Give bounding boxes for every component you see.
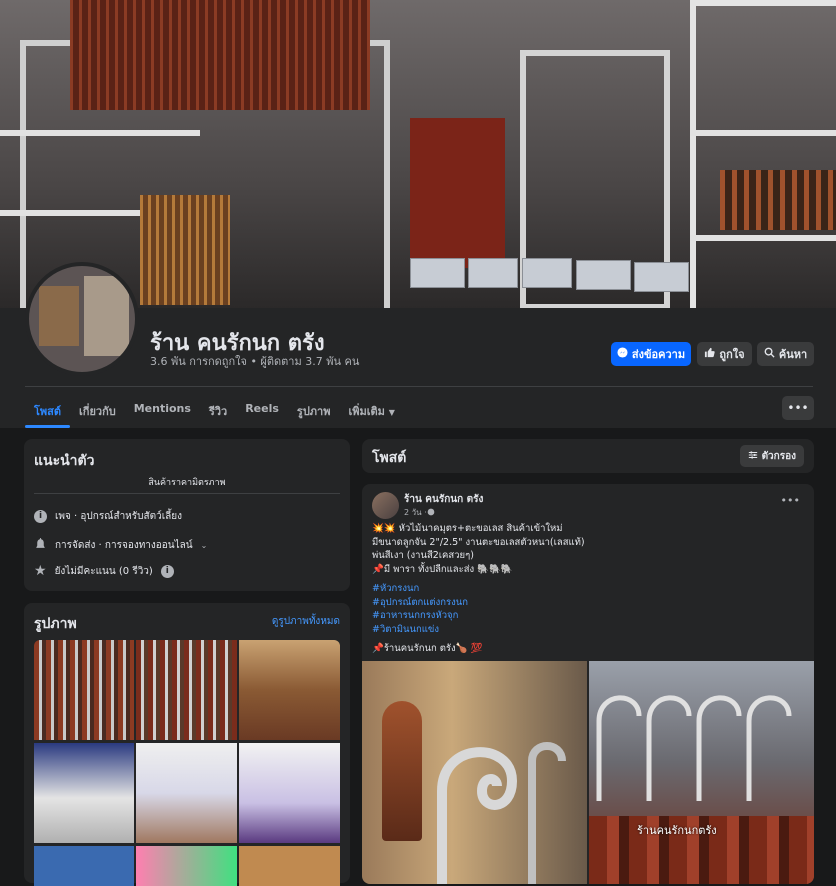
watermark-text: ร้านคนรักนกตรัง: [637, 824, 717, 837]
posts-header-card: โพสต์ ตัวกรอง: [362, 439, 814, 473]
photos-card: รูปภาพ ดูรูปภาพทั้งหมด: [24, 603, 350, 886]
avatar-image-part: [84, 276, 129, 356]
post-line: มีขนาดลูกจัน 2"/2.5" งานตะขอเลสตัวหนา(เล…: [372, 536, 585, 548]
search-button[interactable]: ค้นหา: [757, 342, 814, 366]
intro-category-text[interactable]: เพจ · อุปกรณ์สำหรับสัตว์เลี้ยง: [55, 509, 182, 524]
info-icon: i: [34, 510, 47, 523]
search-label: ค้นหา: [778, 348, 808, 361]
wooden-cage: [140, 195, 230, 305]
post-card: ร้าน คนรักนก ตรัง 2 วัน · ••• 💥💥 หัวไม้น…: [362, 484, 814, 884]
tab-photos[interactable]: รูปภาพ: [288, 396, 340, 424]
post-timestamp[interactable]: 2 วัน ·: [404, 506, 435, 519]
steel-hook-image: [437, 742, 566, 884]
photo-thumbnail[interactable]: [34, 640, 134, 740]
photo-thumbnail[interactable]: [136, 846, 237, 886]
page-tabs: โพสต์ เกี่ยวกับ Mentions รีวิว Reels รูป…: [25, 396, 404, 428]
products: [720, 170, 836, 230]
photo-thumbnail[interactable]: [136, 743, 237, 843]
tab-reviews[interactable]: รีวิว: [200, 396, 236, 424]
posts-title: โพสต์: [372, 450, 407, 466]
storage-box: [468, 258, 518, 288]
post-image-right[interactable]: ร้านคนรักนกตรัง: [589, 661, 814, 884]
tab-more-label: เพิ่มเติม: [348, 405, 385, 418]
intro-divider: [34, 493, 340, 494]
send-message-label: ส่งข้อความ: [631, 348, 686, 361]
hashtag-link[interactable]: #หัวกรงนก: [372, 582, 585, 596]
globe-icon: [427, 508, 435, 518]
storage-box: [410, 258, 465, 288]
shelf: [690, 130, 836, 136]
filter-icon: [748, 450, 758, 463]
header-divider: [25, 386, 813, 387]
photo-thumbnail[interactable]: [34, 846, 134, 886]
right-shelf: [690, 0, 836, 308]
intro-title: แนะนำตัว: [34, 453, 95, 469]
intro-card: แนะนำตัว สินค้าราคามิตรภาพ i เพจ · อุปกร…: [24, 439, 350, 591]
photo-thumbnail[interactable]: [239, 743, 340, 843]
like-button[interactable]: ถูกใจ: [697, 342, 752, 366]
post-signature: 📌ร้านคนรักนก ตรัง🍗 💯: [372, 643, 483, 654]
tab-mentions[interactable]: Mentions: [125, 396, 200, 424]
tab-about[interactable]: เกี่ยวกับ: [70, 396, 125, 424]
shelf: [690, 235, 836, 241]
photos-title: รูปภาพ: [34, 616, 77, 632]
tab-more[interactable]: เพิ่มเติม ▼: [339, 396, 403, 424]
intro-delivery: การจัดส่ง · การจองทางออนไลน์ ⌄: [34, 537, 207, 553]
storage-box: [522, 258, 572, 288]
filter-button[interactable]: ตัวกรอง: [739, 445, 804, 467]
post-author-avatar[interactable]: [372, 492, 399, 519]
cover-photo[interactable]: [0, 0, 836, 308]
tab-posts[interactable]: โพสต์: [25, 396, 71, 428]
more-options-button[interactable]: •••: [782, 396, 814, 420]
red-cabinet: [410, 118, 505, 268]
page-stats[interactable]: 3.6 พัน การกดถูกใจ • ผู้ติดตาม 3.7 พัน ค…: [150, 352, 359, 370]
hashtag-link[interactable]: #วิตามินนกแข่ง: [372, 623, 585, 637]
storage-box: [634, 262, 689, 292]
bell-icon: [34, 537, 47, 553]
post-image-left[interactable]: [362, 661, 587, 884]
intro-category: i เพจ · อุปกรณ์สำหรับสัตว์เลี้ยง: [34, 509, 182, 524]
post-line: พ่นสีเงา (งานสี2เคสวยๆ): [372, 550, 474, 561]
like-label: ถูกใจ: [719, 348, 745, 361]
filter-label: ตัวกรอง: [761, 450, 796, 462]
photo-thumbnail[interactable]: [136, 640, 237, 740]
post-time-text: 2 วัน ·: [404, 508, 427, 517]
tab-reels[interactable]: Reels: [236, 396, 288, 424]
hashtag-link[interactable]: #อาหารนกกรงหัวจุก: [372, 609, 585, 623]
messenger-icon: [617, 347, 628, 361]
storage-box: [576, 260, 631, 290]
post-line: 💥💥 หัวไม้นาคมุตร+ตะขอเลส สินค้าเข้าใหม่: [372, 523, 563, 534]
photo-thumbnail[interactable]: [34, 743, 134, 843]
photo-thumbnail[interactable]: [239, 640, 340, 740]
intro-bio: สินค้าราคามิตรภาพ: [148, 478, 226, 488]
wooden-ornament: [382, 701, 422, 841]
intro-rating: ★ ยังไม่มีคะแนน (0 รีวิว) i: [34, 564, 174, 579]
photo-thumbnail[interactable]: [239, 846, 340, 886]
post-options-button[interactable]: •••: [781, 494, 800, 507]
search-icon: [764, 347, 775, 361]
more-dots-icon: •••: [780, 494, 800, 507]
steel-hooks-pattern: [596, 695, 792, 801]
hashtag-link[interactable]: #อุปกรณ์ตกแต่งกรงนก: [372, 596, 585, 610]
send-message-button[interactable]: ส่งข้อความ: [611, 342, 691, 366]
avatar-image-part: [39, 286, 79, 346]
post-body: 💥💥 หัวไม้นาคมุตร+ตะขอเลส สินค้าเข้าใหม่ …: [372, 522, 585, 656]
chevron-down-icon[interactable]: ⌄: [201, 541, 208, 550]
intro-rating-text: ยังไม่มีคะแนน (0 รีวิว): [54, 566, 153, 577]
shelf: [0, 130, 200, 136]
chevron-down-icon: ▼: [388, 408, 395, 417]
info-icon[interactable]: i: [160, 565, 174, 578]
post-author-name[interactable]: ร้าน คนรักนก ตรัง: [404, 492, 483, 507]
bird-cages: [70, 0, 370, 110]
intro-delivery-text: การจัดส่ง · การจองทางออนไลน์: [55, 539, 193, 551]
avatar[interactable]: [25, 262, 139, 376]
post-line: 📌มี พารา ทั้งปลีกและส่ง 🐘🐘🐘: [372, 563, 513, 575]
thumbs-up-icon: [704, 347, 716, 361]
see-all-photos-link[interactable]: ดูรูปภาพทั้งหมด: [272, 614, 340, 629]
more-dots-icon: •••: [787, 401, 809, 415]
star-icon: ★: [34, 563, 47, 579]
